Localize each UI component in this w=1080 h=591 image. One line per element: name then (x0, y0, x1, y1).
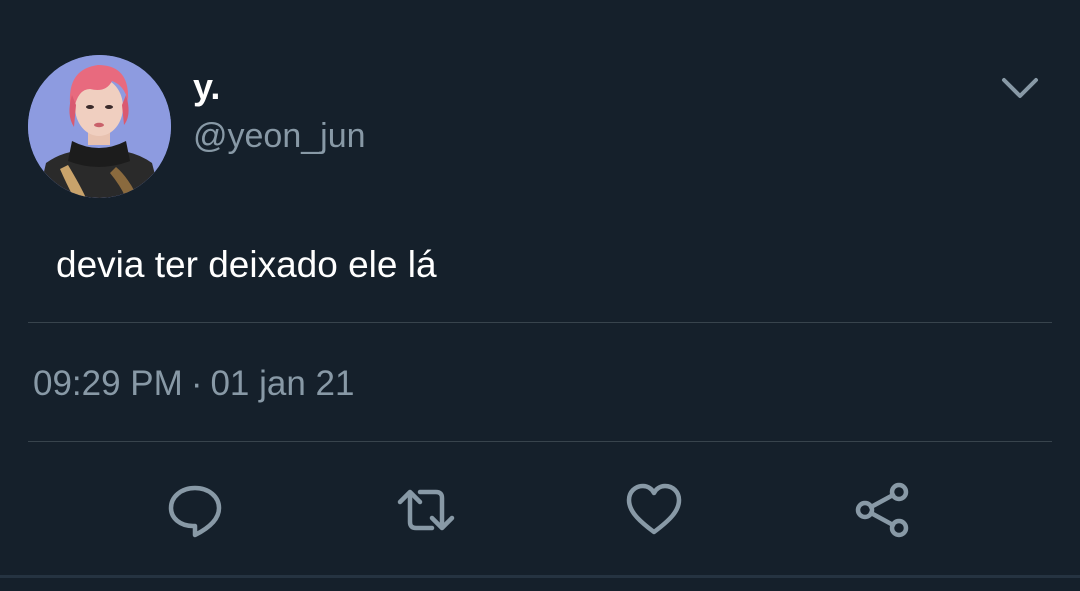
tweet-timestamp[interactable]: 09:29 PM · 01 jan 21 (33, 364, 355, 404)
share-icon (855, 482, 909, 538)
heart-icon (626, 483, 682, 535)
chevron-down-icon[interactable] (998, 72, 1042, 106)
tweet-time: 09:29 PM (33, 364, 183, 403)
avatar-photo (28, 55, 171, 198)
reply-icon (168, 485, 222, 538)
reply-button[interactable] (165, 480, 225, 540)
divider (0, 575, 1080, 578)
tweet-text: devia ter deixado ele lá (56, 244, 437, 285)
timestamp-separator: · (190, 364, 203, 403)
retweet-icon (397, 489, 455, 531)
like-button[interactable] (624, 480, 684, 540)
tweet-card: y. @yeon_jun devia ter deixado ele lá 09… (0, 0, 1080, 591)
user-handle[interactable]: @yeon_jun (193, 116, 366, 156)
tweet-date: 01 jan 21 (210, 364, 355, 403)
divider (28, 322, 1052, 323)
share-button[interactable] (853, 480, 913, 540)
retweet-button[interactable] (396, 480, 456, 540)
avatar[interactable] (28, 55, 171, 198)
divider (28, 441, 1052, 442)
display-name[interactable]: y. (193, 67, 220, 107)
